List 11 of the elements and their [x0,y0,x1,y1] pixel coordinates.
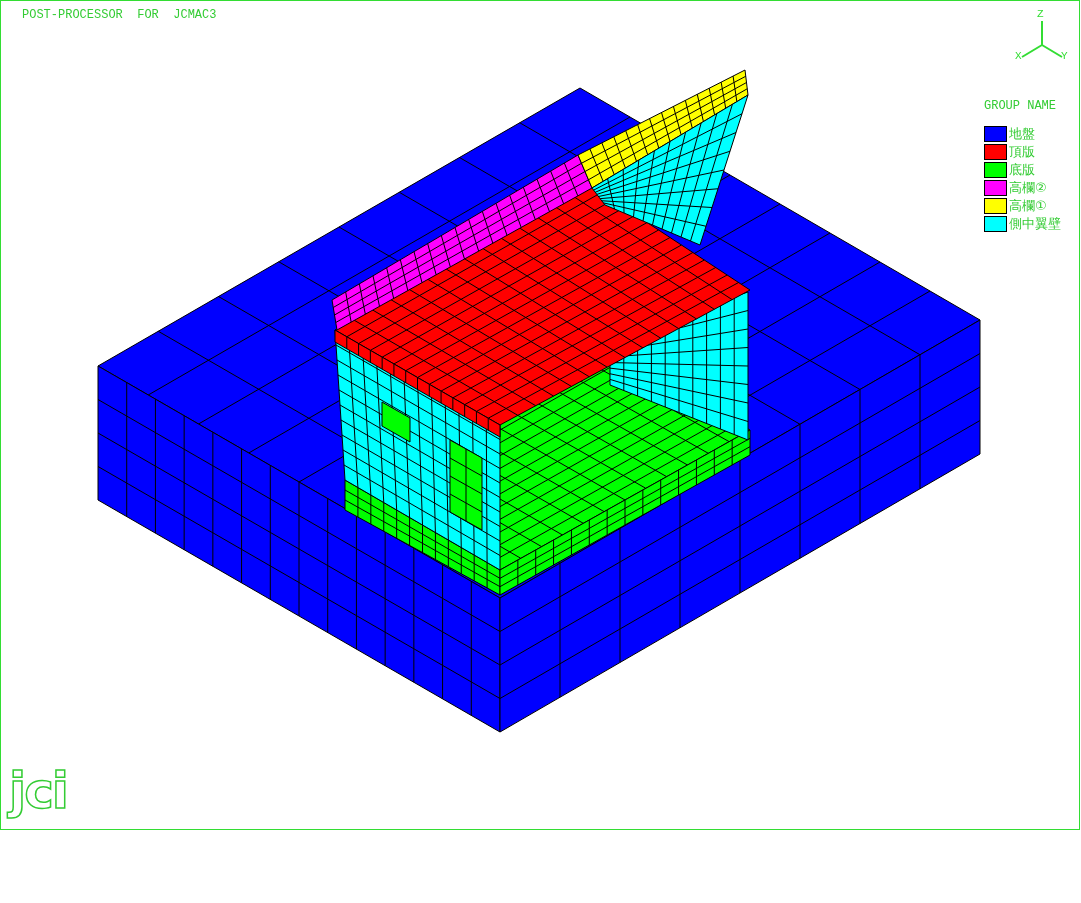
legend-label: 側中翼壁 [1009,215,1061,233]
legend-label: 高欄① [1009,197,1047,215]
legend-title: GROUP NAME [984,99,1057,113]
axis-label: Y [1061,51,1068,62]
axis-label: Z [1037,9,1044,20]
legend-label: 地盤 [1009,125,1035,143]
axis-label: X [1015,51,1022,62]
legend-label: 底版 [1009,161,1035,179]
window-title: POST-PROCESSOR FOR JCMAC3 [22,8,217,22]
legend-label: 高欄② [1009,179,1047,197]
legend-label: 頂版 [1009,143,1035,161]
